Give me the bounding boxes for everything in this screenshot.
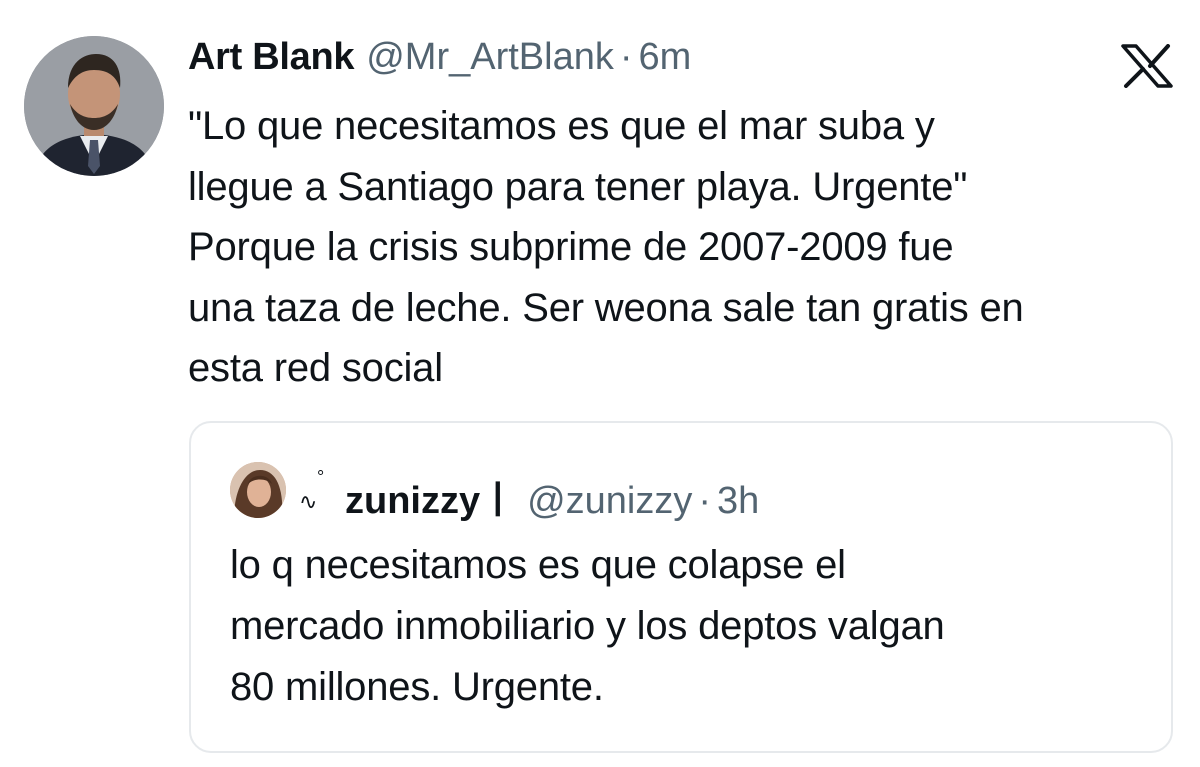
ring-glyph: ° bbox=[317, 467, 325, 487]
quoted-text-line: 80 millones. Urgente. bbox=[230, 665, 604, 709]
tweet-text-line: "Lo que necesitamos es que el mar suba y bbox=[188, 104, 935, 148]
quoted-author-avatar[interactable] bbox=[230, 462, 286, 518]
author-avatar[interactable] bbox=[24, 36, 164, 176]
header-separator: · bbox=[619, 36, 633, 78]
quoted-header-separator: · bbox=[698, 480, 712, 522]
tweet-text-line: esta red social bbox=[188, 346, 443, 390]
x-logo-icon[interactable] bbox=[1121, 44, 1173, 88]
tweet-header: Art Blank @Mr_ArtBlank · 6m bbox=[188, 36, 691, 86]
quoted-tweet[interactable]: ∿ ° zunizzyㅣ @zunizzy · 3h lo q necesita… bbox=[189, 421, 1173, 753]
quoted-author-display-name[interactable]: zunizzyㅣ bbox=[345, 469, 515, 524]
tweet-text-line: una taza de leche. Ser weona sale tan gr… bbox=[188, 285, 1024, 330]
author-display-name[interactable]: Art Blank bbox=[188, 36, 355, 79]
tweet-text: "Lo que necesitamos es que el mar suba y… bbox=[188, 96, 1178, 399]
tweet-timestamp[interactable]: 6m bbox=[639, 36, 692, 79]
tweet-card[interactable]: Art Blank @Mr_ArtBlank · 6m "Lo que nece… bbox=[0, 0, 1200, 767]
quoted-text-line: mercado inmobiliario y los deptos valgan bbox=[230, 604, 945, 648]
quoted-author-handle[interactable]: @zunizzy bbox=[527, 480, 692, 523]
tweet-text-line: llegue a Santiago para tener playa. Urge… bbox=[188, 164, 968, 209]
author-handle[interactable]: @Mr_ArtBlank bbox=[366, 36, 614, 79]
wave-glyph: ∿ bbox=[299, 489, 318, 514]
tweet-text-line: Porque la crisis subprime de 2007-2009 f… bbox=[188, 225, 954, 269]
quoted-tweet-timestamp[interactable]: 3h bbox=[717, 480, 759, 523]
quoted-tweet-text: lo q necesitamos es que colapse el merca… bbox=[230, 535, 1150, 718]
name-decoration: ∿ ° bbox=[299, 467, 331, 515]
quoted-tweet-header: ∿ ° zunizzyㅣ @zunizzy · 3h bbox=[299, 467, 759, 524]
quoted-text-line: lo q necesitamos es que colapse el bbox=[230, 543, 846, 587]
